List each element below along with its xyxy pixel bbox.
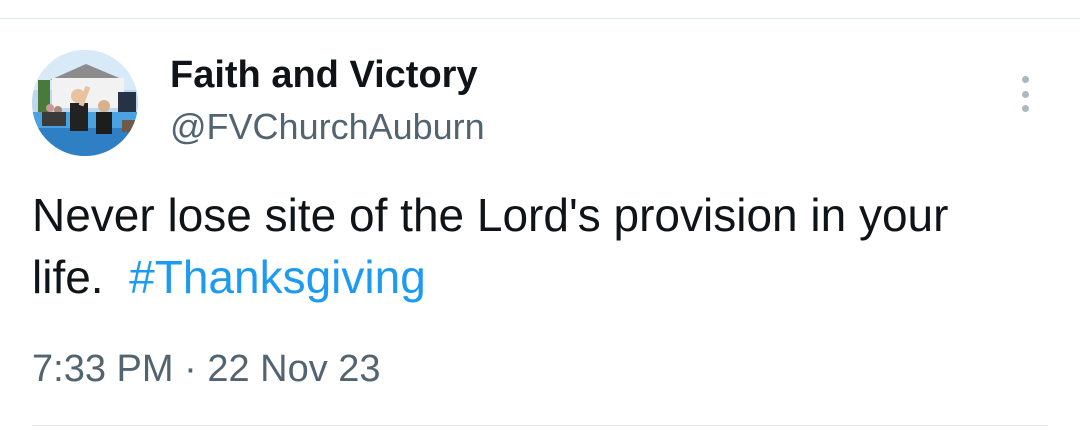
- timestamp-separator: ·: [184, 348, 197, 390]
- author-display-name[interactable]: Faith and Victory: [170, 54, 478, 97]
- bottom-divider: [32, 425, 1048, 426]
- avatar-photo-icon: [32, 50, 138, 156]
- tweet-date: 22 Nov 23: [207, 348, 381, 390]
- vertical-ellipsis-icon: [1021, 90, 1029, 98]
- vertical-ellipsis-icon: [1021, 76, 1029, 83]
- tweet-text: Never lose site of the Lord's provision …: [32, 184, 1032, 308]
- top-divider: [0, 18, 1080, 19]
- author-handle[interactable]: @FVChurchAuburn: [170, 106, 485, 148]
- tweet-time: 7:33 PM: [32, 348, 174, 390]
- tweet-timestamp[interactable]: 7:33 PM · 22 Nov 23: [32, 348, 381, 391]
- avatar[interactable]: [32, 50, 138, 156]
- hashtag-link[interactable]: #Thanksgiving: [129, 251, 426, 303]
- more-options-button[interactable]: [1010, 76, 1040, 112]
- vertical-ellipsis-icon: [1021, 105, 1029, 112]
